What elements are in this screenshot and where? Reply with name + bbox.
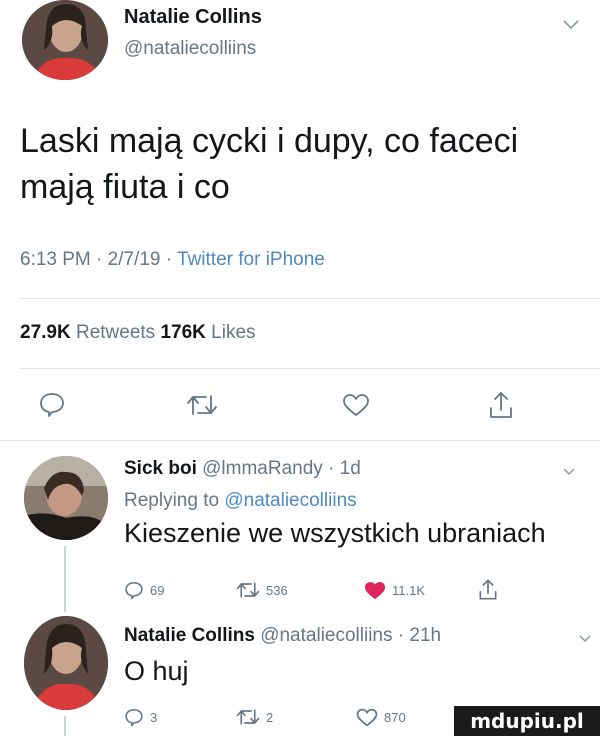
tweet-client-link[interactable]: Twitter for iPhone (177, 249, 325, 270)
reply-header: Natalie Collins @nataliecolliins · 21h (124, 625, 441, 647)
reply-avatar[interactable] (24, 616, 108, 710)
reply-button[interactable]: 69 (124, 580, 164, 600)
reply-text: Kieszenie we wszystkich ubraniach (124, 518, 546, 548)
reply-avatar[interactable] (24, 456, 108, 540)
reply-icon (124, 707, 144, 727)
like-count: 870 (384, 710, 406, 725)
retweet-icon (236, 707, 260, 727)
reply-icon (124, 580, 144, 600)
divider (0, 440, 600, 441)
reply-icon (38, 390, 66, 418)
retweet-button[interactable]: 536 (236, 580, 288, 600)
like-button[interactable]: 870 (356, 708, 406, 727)
like-icon (356, 708, 378, 727)
reply-author-name[interactable]: Sick boi (124, 458, 197, 479)
share-icon (478, 578, 498, 601)
like-button[interactable]: 11.1K (364, 581, 425, 600)
reply-text: O huj (124, 656, 189, 686)
reply-author-meta[interactable]: @nataliecolliins · 21h (255, 625, 441, 646)
reply-author-meta[interactable]: @lmmaRandy · 1d (197, 458, 361, 479)
retweet-icon (186, 392, 218, 418)
chevron-down-icon[interactable] (578, 631, 592, 649)
retweets-count[interactable]: 27.9K (20, 322, 71, 343)
share-button[interactable] (488, 390, 514, 420)
tweet-time: 6:13 PM · 2/7/19 · (20, 249, 178, 270)
chevron-down-icon[interactable] (562, 18, 580, 36)
reply-count: 69 (150, 582, 165, 598)
retweet-count: 2 (266, 709, 274, 725)
divider (20, 368, 600, 369)
reply-button[interactable]: 3 (124, 707, 157, 727)
retweet-button[interactable] (186, 392, 218, 418)
author-avatar[interactable] (22, 0, 108, 80)
reply-header: Sick boi @lmmaRandy · 1d (124, 458, 361, 480)
divider (20, 298, 600, 299)
watermark-logo: mdupiu.pl (454, 706, 600, 736)
reply-author-name[interactable]: Natalie Collins (124, 625, 255, 646)
share-icon (488, 390, 514, 420)
thread-line (64, 546, 66, 612)
retweets-label[interactable]: Retweets (71, 322, 161, 343)
author-name[interactable]: Natalie Collins (124, 6, 262, 29)
thread-line (64, 716, 66, 736)
tweet-stats: 27.9K Retweets 176K Likes (20, 322, 256, 344)
author-handle[interactable]: @nataliecolliins (124, 38, 256, 60)
reply-button[interactable] (38, 390, 66, 418)
replying-to: Replying to @nataliecolliins (124, 490, 357, 512)
like-button[interactable] (342, 393, 370, 417)
retweet-icon (236, 580, 260, 600)
likes-label[interactable]: Likes (206, 322, 255, 343)
like-icon (364, 581, 386, 600)
reply-count: 3 (150, 709, 158, 725)
chevron-down-icon[interactable] (562, 464, 576, 482)
retweet-button[interactable]: 2 (236, 707, 273, 727)
likes-count[interactable]: 176K (160, 322, 205, 343)
retweet-count: 536 (266, 582, 288, 598)
share-button[interactable] (478, 578, 498, 601)
like-icon (342, 393, 370, 417)
tweet-timestamp: 6:13 PM · 2/7/19 · Twitter for iPhone (20, 249, 325, 271)
replying-to-handle[interactable]: @nataliecolliins (224, 490, 356, 511)
like-count: 11.1K (392, 583, 426, 598)
replying-prefix: Replying to (124, 490, 225, 511)
tweet-text: Laski mają cycki i dupy, co faceci mają … (20, 122, 519, 206)
